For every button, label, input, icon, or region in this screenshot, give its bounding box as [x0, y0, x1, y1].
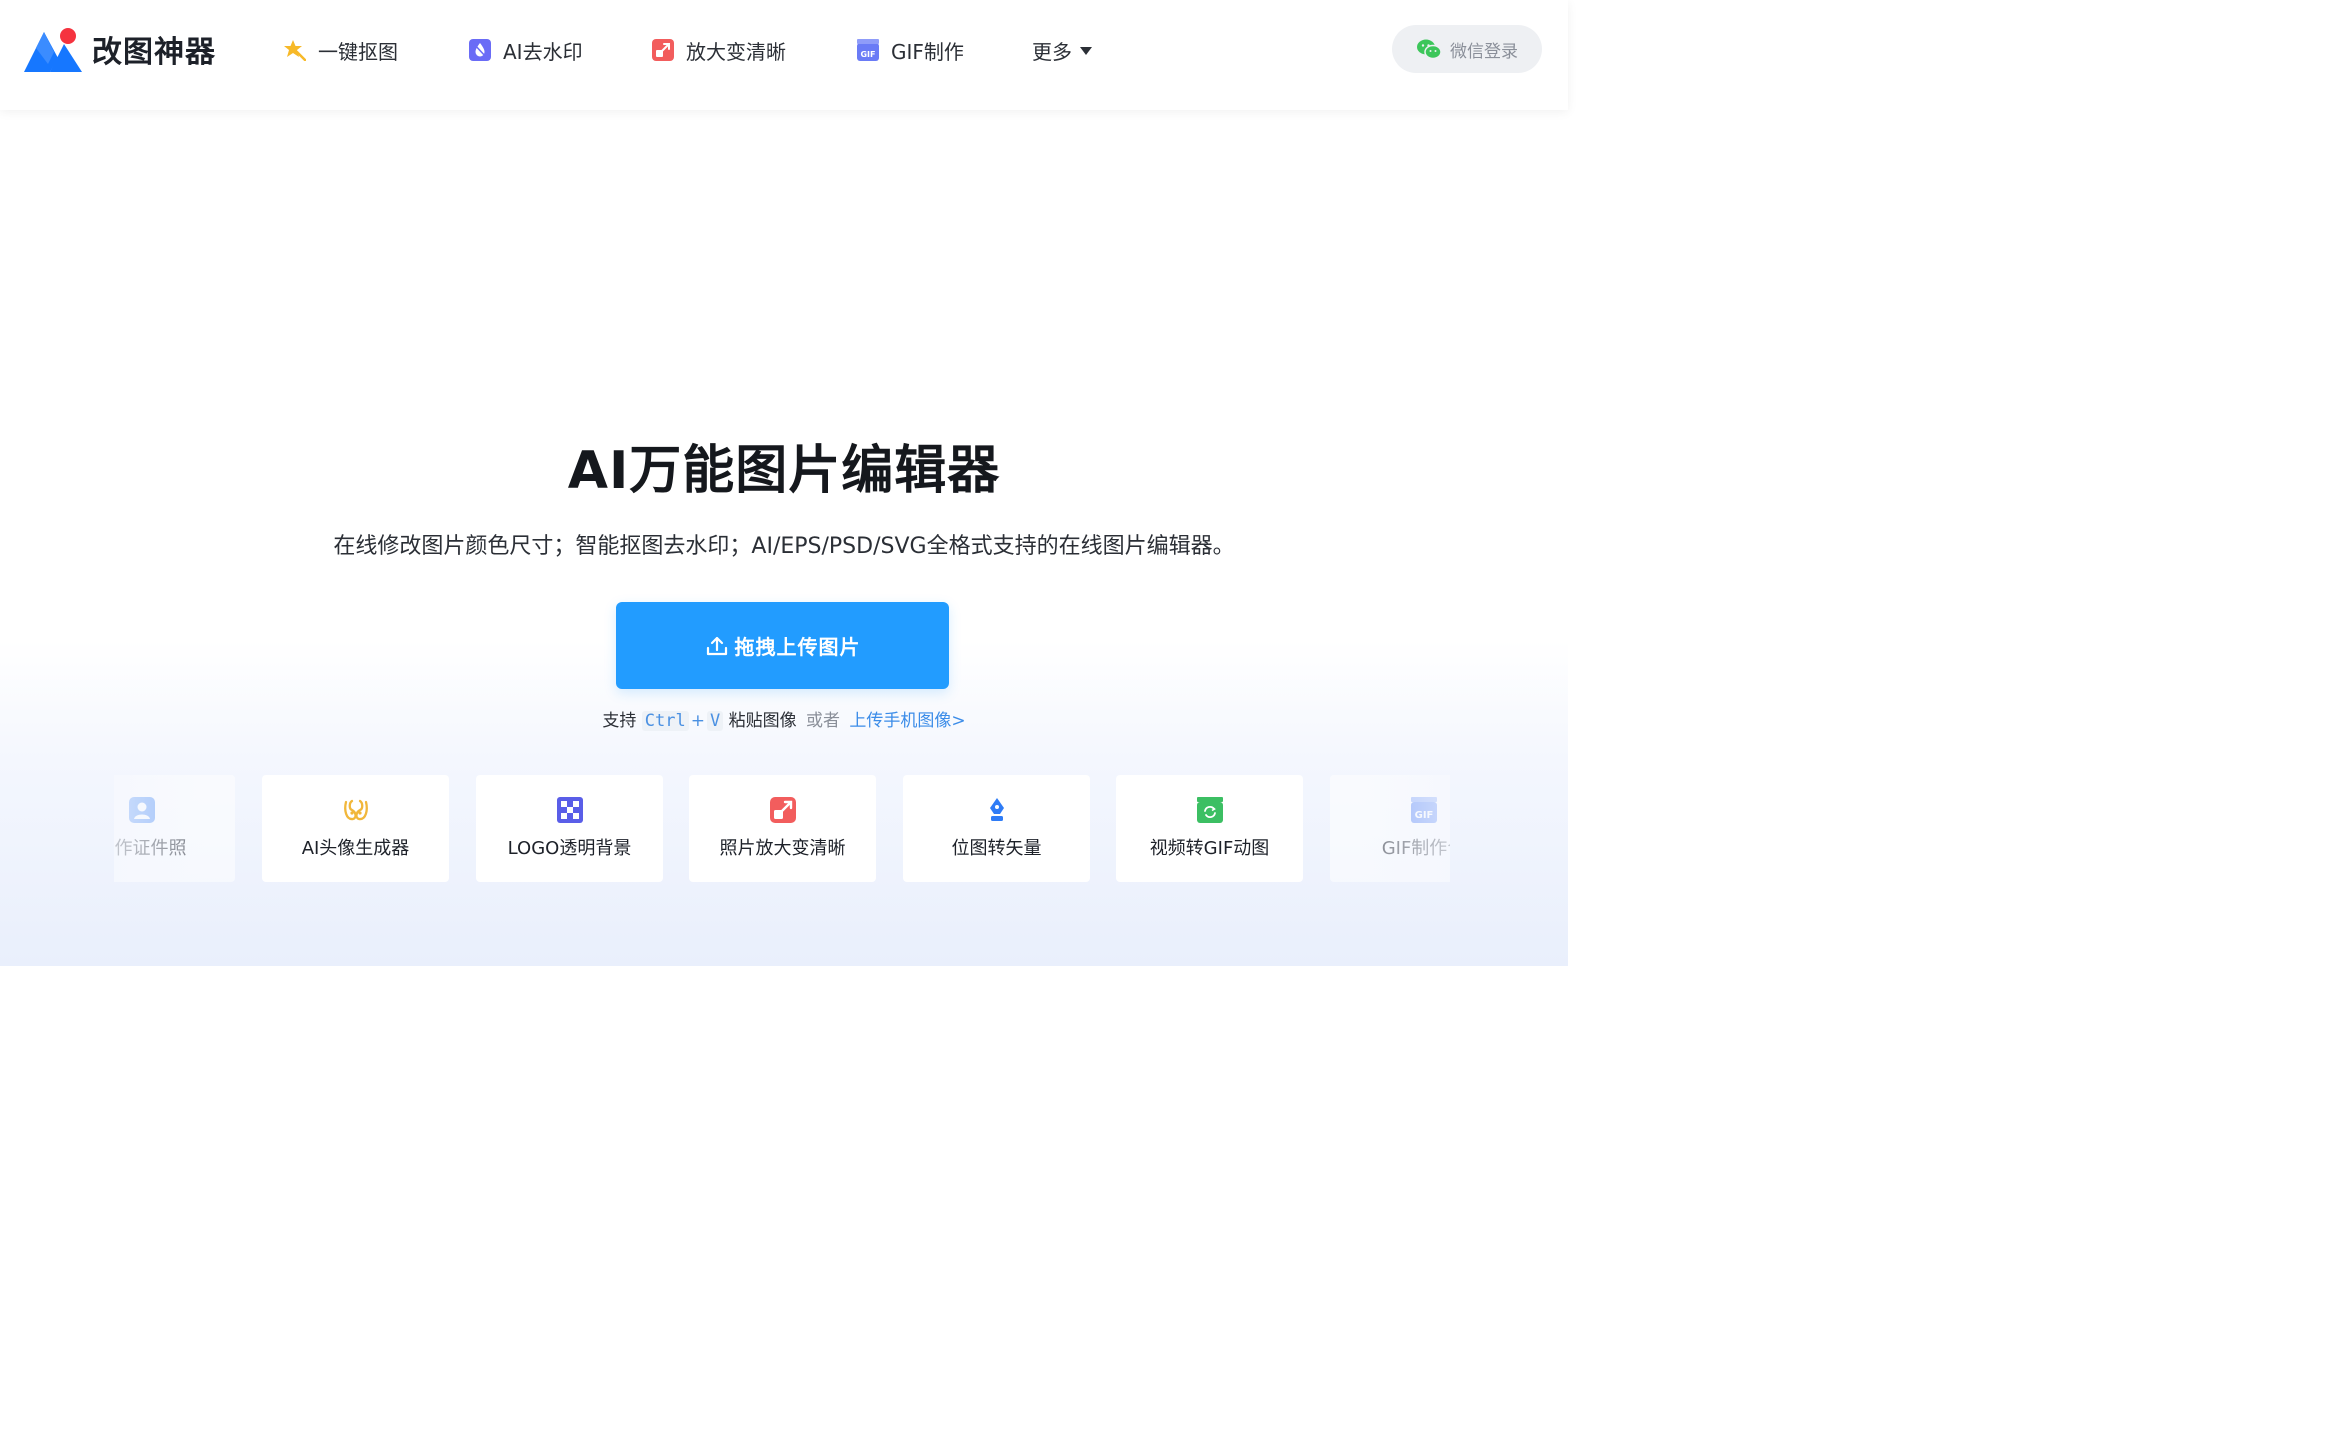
transparent-grid-icon — [556, 797, 583, 823]
nav-more-dropdown[interactable]: 更多 — [1032, 30, 1092, 70]
top-header: 改图神器 一键抠图 AI去水印 放大变清晰 GIF GIF制作 更多 微信登录 — [0, 0, 1568, 110]
upload-label: 拖拽上传图片 — [734, 635, 861, 659]
nav-item-label: GIF制作 — [891, 39, 964, 64]
nav-item-gif[interactable]: GIF GIF制作 — [857, 30, 964, 70]
page: 改图神器 一键抠图 AI去水印 放大变清晰 GIF GIF制作 更多 微信登录 … — [0, 0, 1568, 966]
wechat-icon — [1417, 39, 1442, 60]
feature-card-photo-enlarge[interactable]: 照片放大变清晰 — [689, 775, 876, 882]
upload-icon — [706, 636, 727, 655]
watermark-drop-icon — [469, 39, 491, 61]
svg-text:GIF: GIF — [860, 50, 875, 59]
nav-more-label: 更多 — [1032, 39, 1072, 64]
kbd-ctrl: Ctrl — [641, 711, 689, 731]
nav-item-cutout[interactable]: 一键抠图 — [284, 30, 398, 70]
enlarge-icon — [769, 797, 796, 823]
feature-label: 视频转GIF动图 — [1149, 838, 1270, 859]
feature-label: 位图转矢量 — [951, 838, 1042, 859]
feature-card-avatar[interactable]: AI头像生成器 — [262, 775, 449, 882]
feature-card-gif-make[interactable]: GIF GIF制作合 — [1330, 775, 1450, 882]
paste-hint: 支持 Ctrl + V 粘贴图像 或者 上传手机图像> — [0, 706, 1568, 731]
caret-down-icon — [1080, 47, 1092, 55]
feature-card-vectorize[interactable]: 位图转矢量 — [903, 775, 1090, 882]
upload-image-button[interactable]: 拖拽上传图片 — [616, 602, 949, 689]
nav-item-label: 一键抠图 — [318, 39, 398, 64]
feature-label: 制作证件照 — [114, 838, 187, 859]
gif-clapper-icon: GIF — [1410, 797, 1437, 823]
feature-carousel: 制作证件照 AI头像生成器 LOGO透明背景 — [114, 775, 1450, 882]
feature-label: 照片放大变清晰 — [719, 838, 846, 859]
magic-wand-icon — [284, 40, 306, 61]
upload-mobile-link[interactable]: 上传手机图像> — [849, 711, 965, 731]
id-photo-icon — [128, 797, 155, 823]
hint-paste: 粘贴图像 — [728, 711, 797, 731]
video-gif-icon — [1196, 797, 1223, 823]
enlarge-icon — [652, 39, 674, 61]
wechat-login-button[interactable]: 微信登录 — [1392, 25, 1542, 73]
login-label: 微信登录 — [1450, 41, 1518, 62]
gif-clapper-icon: GIF — [857, 39, 879, 61]
nav-item-enlarge[interactable]: 放大变清晰 — [652, 30, 786, 70]
feature-card-logo-transparent[interactable]: LOGO透明背景 — [476, 775, 663, 882]
feature-label: LOGO透明背景 — [507, 838, 632, 859]
nav-item-watermark[interactable]: AI去水印 — [469, 30, 583, 70]
feature-card-id-photo[interactable]: 制作证件照 — [114, 775, 235, 882]
feature-label: GIF制作合 — [1381, 838, 1450, 859]
feature-card-video-gif[interactable]: 视频转GIF动图 — [1116, 775, 1303, 882]
feature-label: AI头像生成器 — [301, 838, 410, 859]
brand-logo[interactable]: 改图神器 — [24, 24, 216, 74]
hint-support: 支持 — [602, 711, 637, 731]
avatar-generator-icon — [343, 799, 368, 821]
hero-title: AI万能图片编辑器 — [567, 441, 1001, 501]
kbd-v: V — [706, 711, 724, 731]
hero-subtitle: 在线修改图片颜色尺寸；智能抠图去水印；AI/EPS/PSD/SVG全格式支持的在… — [333, 534, 1235, 559]
hint-or: 或者 — [806, 711, 840, 731]
pen-nib-icon — [989, 798, 1004, 821]
brand-name: 改图神器 — [92, 35, 216, 70]
nav-item-label: AI去水印 — [503, 39, 583, 64]
nav-item-label: 放大变清晰 — [686, 39, 786, 64]
brand-logo-icon — [24, 28, 82, 72]
kbd-plus: + — [690, 711, 705, 731]
svg-text:GIF: GIF — [1414, 810, 1433, 821]
